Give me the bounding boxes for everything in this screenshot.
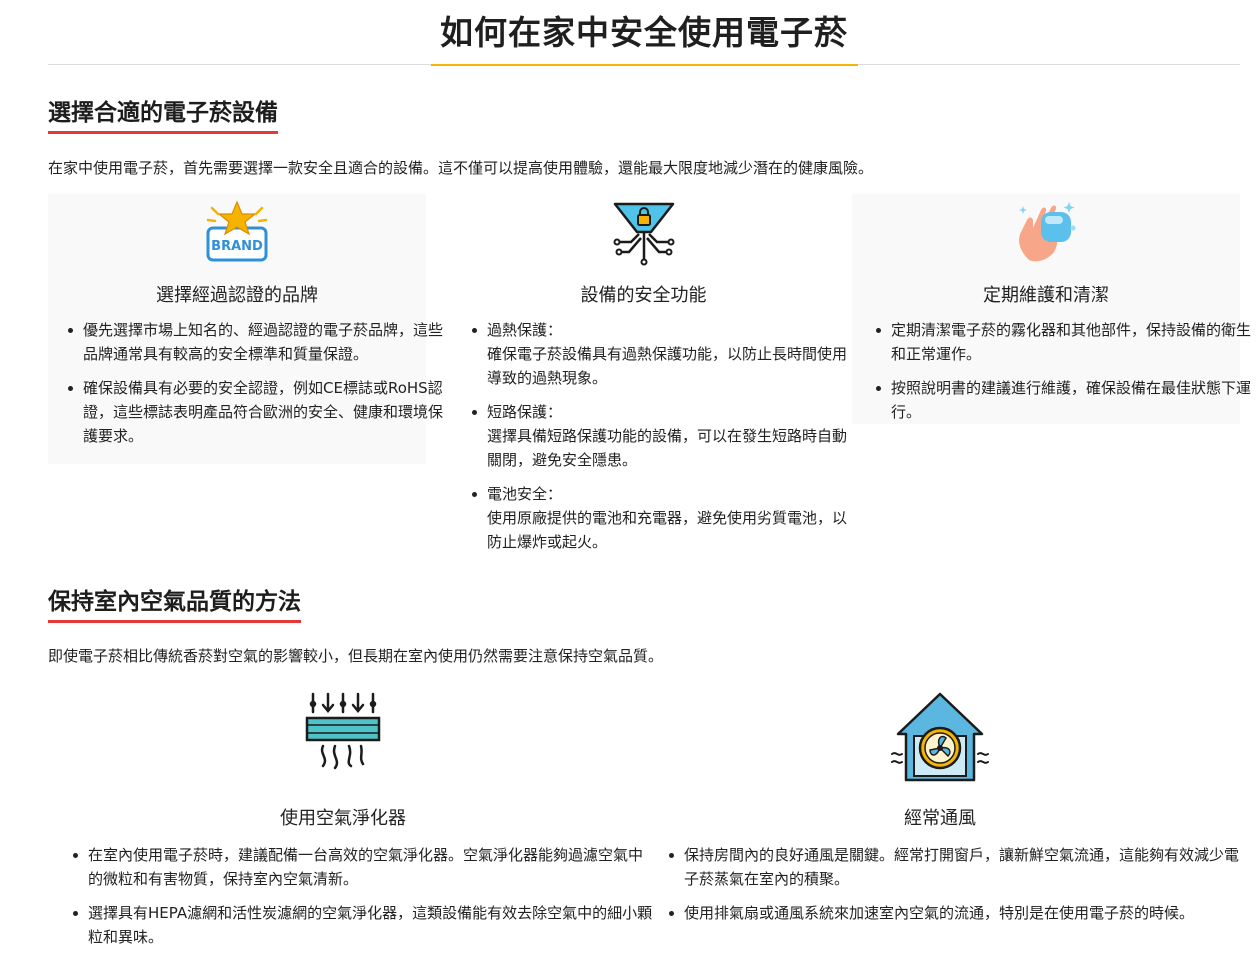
feature-name: 過熱保護： (487, 321, 563, 339)
brand-star-icon: BRAND (206, 200, 268, 262)
section-heading-equipment: 選擇合適的電子菸設備 (48, 98, 278, 134)
card-list: 過熱保護： 確保電子菸設備具有過熱保護功能，以防止長時間使用導致的過熱現象。 短… (469, 318, 853, 564)
section-intro-air-quality: 即使電子菸相比傳統香菸對空氣的影響較小，但長期在室內使用仍然需要注意保持空氣品質… (48, 647, 664, 665)
list-item: 定期清潔電子菸的霧化器和其他部件，保持設備的衛生和正常運作。 (876, 318, 1257, 366)
list-item: 優先選擇市場上知名的、經過認證的電子菸品牌，這些品牌通常具有較高的安全標準和質量… (68, 318, 443, 366)
feature-description: 確保電子菸設備具有過熱保護功能，以防止長時間使用導致的過熱現象。 (487, 345, 848, 387)
card-title: 設備的安全功能 (580, 285, 707, 306)
list-item: 短路保護： 選擇具備短路保護功能的設備，可以在發生短路時自動關閉，避免安全隱患。 (472, 400, 853, 472)
card-ventilation: 經常通風 保持房間內的良好通風是關鍵。經常打開窗戶，讓新鮮空氣流通，這能夠有效減… (645, 684, 1239, 954)
page-title: 如何在家中安全使用電子菸 (440, 13, 848, 52)
title-accent-bar (431, 64, 858, 66)
card-list: 優先選擇市場上知名的、經過認證的電子菸品牌，這些品牌通常具有較高的安全標準和質量… (65, 318, 443, 458)
list-item: 保持房間內的良好通風是關鍵。經常打開窗戶，讓新鮮空氣流通，這能夠有效減少電子菸蒸… (669, 843, 1253, 891)
card-title: 定期維護和清潔 (983, 285, 1109, 306)
section-heading-air-quality: 保持室內空氣品質的方法 (48, 587, 301, 623)
card-maintenance: 定期維護和清潔 定期清潔電子菸的霧化器和其他部件，保持設備的衛生和正常運作。 按… (852, 194, 1251, 424)
feature-name: 短路保護： (487, 403, 563, 421)
card-list: 在室內使用電子菸時，建議配備一台高效的空氣淨化器。空氣淨化器能夠過濾空氣中的微粒… (70, 843, 656, 959)
card-list: 保持房間內的良好通風是關鍵。經常打開窗戶，讓新鮮空氣流通，這能夠有效減少電子菸蒸… (666, 843, 1253, 935)
feature-description: 選擇具備短路保護功能的設備，可以在發生短路時自動關閉，避免安全隱患。 (487, 427, 848, 469)
card-title: 經常通風 (904, 808, 976, 829)
card-certified-brand: BRAND 選擇經過認證的品牌 優先選擇市場上知名的、經過認證的電子菸品牌，這些… (48, 194, 443, 464)
article-page: 如何在家中安全使用電子菸 選擇合適的電子菸設備 在家中使用電子菸，首先需要選擇一… (0, 0, 1260, 954)
list-item: 在室內使用電子菸時，建議配備一台高效的空氣淨化器。空氣淨化器能夠過濾空氣中的微粒… (73, 843, 656, 891)
brand-icon-text: BRAND (211, 239, 263, 254)
feature-name: 電池安全： (487, 485, 563, 503)
list-item: 確保設備具有必要的安全認證，例如CE標誌或RoHS認證，這些標誌表明產品符合歐洲… (68, 376, 443, 448)
list-item: 過熱保護： 確保電子菸設備具有過熱保護功能，以防止長時間使用導致的過熱現象。 (472, 318, 853, 390)
cleaning-hand-icon (1019, 202, 1076, 262)
card-list: 定期清潔電子菸的霧化器和其他部件，保持設備的衛生和正常運作。 按照說明書的建議進… (873, 318, 1257, 434)
list-item: 按照說明書的建議進行維護，確保設備在最佳狀態下運行。 (876, 376, 1257, 424)
security-funnel-lock-icon (613, 202, 674, 266)
list-item: 電池安全： 使用原廠提供的電池和充電器，避免使用劣質電池，以防止爆炸或起火。 (472, 482, 853, 554)
card-title: 選擇經過認證的品牌 (156, 285, 318, 306)
list-item: 使用排氣扇或通風系統來加速室內空氣的流通，特別是在使用電子菸的時候。 (669, 901, 1253, 925)
card-safety-features: 設備的安全功能 過熱保護： 確保電子菸設備具有過熱保護功能，以防止長時間使用導致… (451, 194, 847, 560)
house-ventilation-fan-icon (891, 692, 989, 782)
card-title: 使用空氣淨化器 (280, 808, 406, 829)
feature-description: 使用原廠提供的電池和充電器，避免使用劣質電池，以防止爆炸或起火。 (487, 509, 848, 551)
section-intro-equipment: 在家中使用電子菸，首先需要選擇一款安全且適合的設備。這不僅可以提高使用體驗，還能… (48, 159, 874, 177)
card-air-purifier: 使用空氣淨化器 在室內使用電子菸時，建議配備一台高效的空氣淨化器。空氣淨化器能夠… (48, 684, 652, 954)
list-item: 選擇具有HEPA濾網和活性炭濾網的空氣淨化器，這類設備能有效去除空氣中的細小顆粒… (73, 901, 656, 949)
air-purifier-icon (305, 692, 381, 770)
